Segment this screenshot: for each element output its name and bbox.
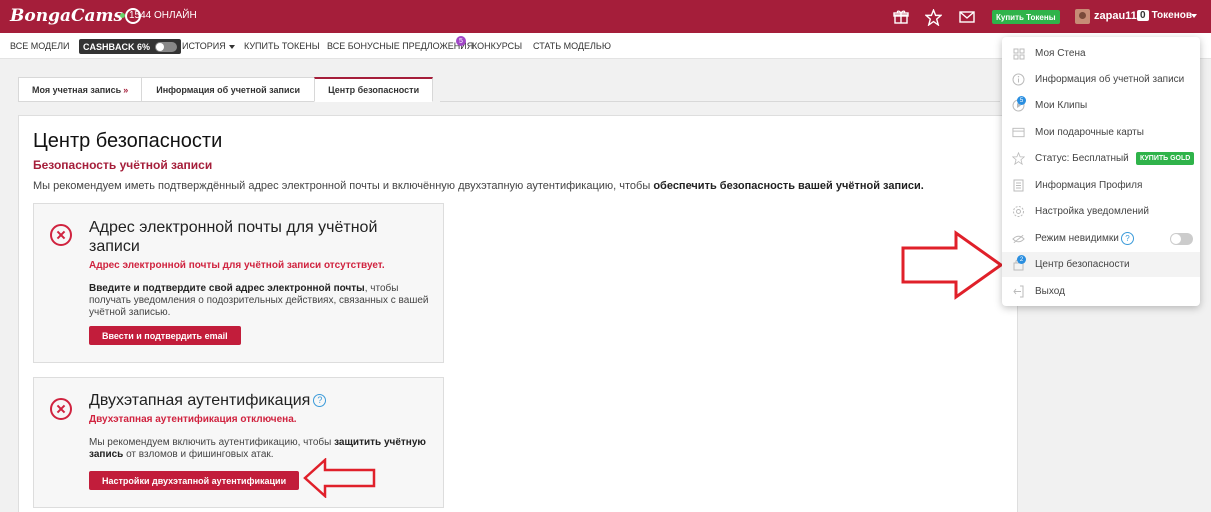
email-description-bold: Введите и подтвердите свой адрес электро… (89, 283, 365, 294)
cashback-label: CASHBACK 6% (83, 41, 151, 52)
chevron-down-icon (228, 44, 235, 49)
invisible-icon (1012, 232, 1025, 245)
menu-item-label: Мои Клипы (1035, 100, 1088, 111)
tab-my-account-label: Моя учетная запись (32, 84, 122, 95)
intro-plain: Мы рекомендуем иметь подтверждённый адре… (33, 180, 654, 192)
email-description: Введите и подтвердите свой адрес электро… (89, 283, 429, 319)
gift-icon[interactable] (892, 8, 910, 26)
menu-item-label: Центр безопасности (1035, 259, 1130, 270)
email-status: Адрес электронной почты для учётной запи… (89, 260, 385, 271)
menu-item-notifications[interactable]: Настройка уведомлений (1002, 199, 1200, 224)
logout-icon (1012, 285, 1025, 298)
bonus-count-badge: 5 (456, 36, 466, 46)
clips-count-badge: 5 (1017, 96, 1026, 105)
invisible-mode-toggle[interactable] (1170, 232, 1193, 245)
two-factor-settings-button[interactable]: Настройки двухэтапной аутентификации (89, 471, 300, 490)
tab-divider (440, 101, 1000, 102)
error-x-icon (50, 398, 72, 420)
wall-icon (1012, 47, 1025, 60)
page-title: Центр безопасности (33, 130, 223, 152)
menu-item-profile-info[interactable]: Информация Профиля (1002, 173, 1200, 198)
menu-item-label: Настройка уведомлений (1035, 206, 1149, 217)
menu-item-label: Статус: Бесплатный (1035, 153, 1129, 164)
annotation-arrow-left (303, 458, 376, 498)
token-count: 0 (1137, 10, 1149, 21)
two-factor-title: Двухэтапная аутентификация (89, 392, 311, 409)
tab-account-info[interactable]: Информация об учетной записи (141, 77, 316, 102)
help-icon[interactable]: ? (1121, 232, 1134, 245)
nav-buy-tokens[interactable]: КУПИТЬ ТОКЕНЫ (244, 41, 320, 51)
nav-history-label: ИСТОРИЯ (182, 41, 226, 51)
logo-text: BongaCams (10, 6, 124, 26)
intro-text: Мы рекомендуем иметь подтверждённый адре… (33, 180, 924, 192)
mail-icon[interactable] (958, 8, 976, 26)
menu-item-invisible-mode[interactable]: Режим невидимки ? (1002, 226, 1200, 251)
top-bar: BongaCams 1544 ОНЛАЙН Купить Токены zapa… (0, 0, 1211, 33)
info-icon (1012, 73, 1025, 86)
two-factor-description-plain-2: от взломов и фишинговых атак. (123, 449, 274, 460)
two-factor-status: Двухэтапная аутентификация отключена. (89, 414, 297, 425)
account-dropdown-menu: Моя Стена Информация об учетной записи 5… (1002, 37, 1200, 306)
menu-item-label: Информация об учетной записи (1035, 74, 1185, 85)
annotation-arrow-right (901, 230, 1004, 300)
cashback-toggle[interactable]: CASHBACK 6% (79, 39, 182, 54)
token-balance[interactable]: 0 Токенов (1137, 10, 1192, 21)
nav-history[interactable]: ИСТОРИЯ (182, 41, 235, 51)
menu-item-gift-cards[interactable]: Мои подарочные карты (1002, 120, 1200, 145)
nav-bonus-offers[interactable]: ВСЕ БОНУСНЫЕ ПРЕДЛОЖЕНИЯ (327, 41, 473, 51)
error-x-icon (50, 224, 72, 246)
section-subtitle: Безопасность учётной записи (33, 158, 213, 172)
enter-email-button[interactable]: Ввести и подтвердить email (89, 326, 241, 345)
menu-item-label: Режим невидимки (1035, 233, 1119, 244)
online-counter: 1544 ОНЛАЙН (120, 10, 197, 21)
gear-icon (1012, 205, 1025, 218)
account-menu-caret-icon[interactable] (1191, 14, 1197, 18)
menu-item-account-info[interactable]: Информация об учетной записи (1002, 67, 1200, 92)
security-center-panel: Центр безопасности Безопасность учётной … (18, 115, 1018, 512)
menu-item-my-clips[interactable]: 5 Мои Клипы (1002, 93, 1200, 118)
profile-icon (1012, 179, 1025, 192)
token-label: Токенов (1151, 10, 1193, 21)
nav-contests[interactable]: КОНКУРСЫ (472, 41, 522, 51)
two-factor-description-plain: Мы рекомендуем включить аутентификацию, … (89, 437, 335, 448)
two-factor-card: Двухэтапная аутентификация? Двухэтапная … (33, 377, 444, 508)
menu-item-label: Информация Профиля (1035, 180, 1143, 191)
menu-item-label: Моя Стена (1035, 48, 1086, 59)
tab-my-account[interactable]: Моя учетная запись » (18, 77, 143, 102)
buy-gold-button[interactable]: КУПИТЬ GOLD (1136, 152, 1195, 165)
email-card: Адрес электронной почты для учётной запи… (33, 203, 444, 363)
menu-item-label: Выход (1035, 286, 1065, 297)
two-factor-title-row: Двухэтапная аутентификация? (89, 391, 429, 410)
gift-card-icon (1012, 126, 1025, 139)
two-factor-description: Мы рекомендуем включить аутентификацию, … (89, 437, 429, 461)
menu-item-status: Статус: Бесплатный КУПИТЬ GOLD (1002, 146, 1200, 171)
menu-item-logout[interactable]: Выход (1002, 279, 1200, 304)
username[interactable]: zapau11 (1094, 10, 1137, 22)
buy-tokens-button[interactable]: Купить Токены (992, 10, 1060, 24)
menu-item-my-wall[interactable]: Моя Стена (1002, 41, 1200, 66)
star-icon[interactable] (924, 8, 942, 26)
intro-bold: обеспечить безопасность вашей учётной за… (653, 180, 924, 192)
online-text: 1544 ОНЛАЙН (129, 10, 197, 21)
menu-item-security-center[interactable]: 2 Центр безопасности (1002, 252, 1200, 277)
avatar[interactable] (1075, 9, 1090, 24)
menu-item-label: Мои подарочные карты (1035, 127, 1144, 138)
email-card-title: Адрес электронной почты для учётной запи… (89, 219, 378, 255)
nav-become-model[interactable]: СТАТЬ МОДЕЛЬЮ (533, 41, 611, 51)
tab-security-center[interactable]: Центр безопасности (314, 77, 434, 102)
online-dot-icon (120, 13, 125, 18)
help-icon[interactable]: ? (313, 394, 327, 408)
nav-all-models[interactable]: ВСЕ МОДЕЛИ (10, 41, 69, 51)
cashback-switch[interactable] (155, 41, 178, 52)
star-icon (1012, 152, 1025, 165)
tab-my-account-chevron: » (123, 84, 129, 95)
account-tabs: Моя учетная запись » Информация об учетн… (18, 77, 434, 102)
security-count-badge: 2 (1017, 255, 1026, 264)
